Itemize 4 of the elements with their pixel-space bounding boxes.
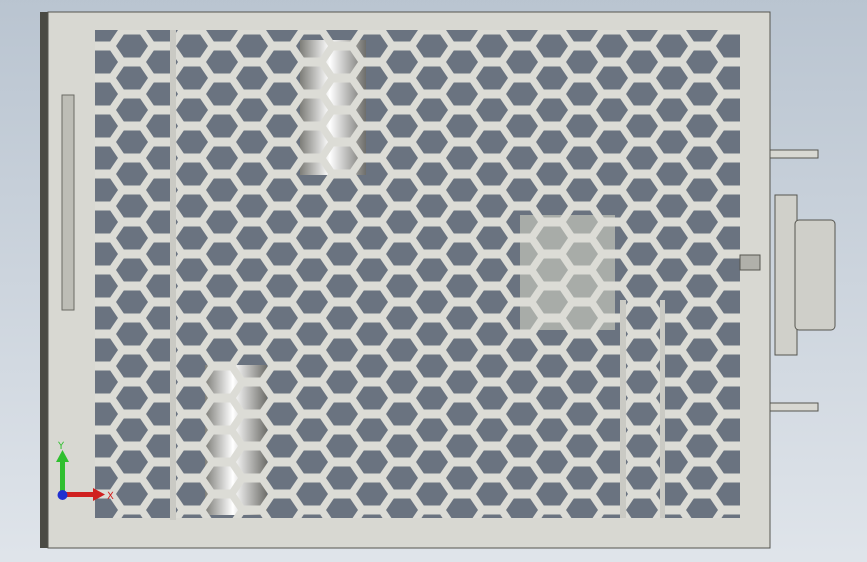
x-axis-label: X [107,491,114,502]
x-axis-arrow-icon [65,488,105,501]
z-axis-dot-icon [58,490,68,500]
y-axis-label: Y [58,441,64,452]
